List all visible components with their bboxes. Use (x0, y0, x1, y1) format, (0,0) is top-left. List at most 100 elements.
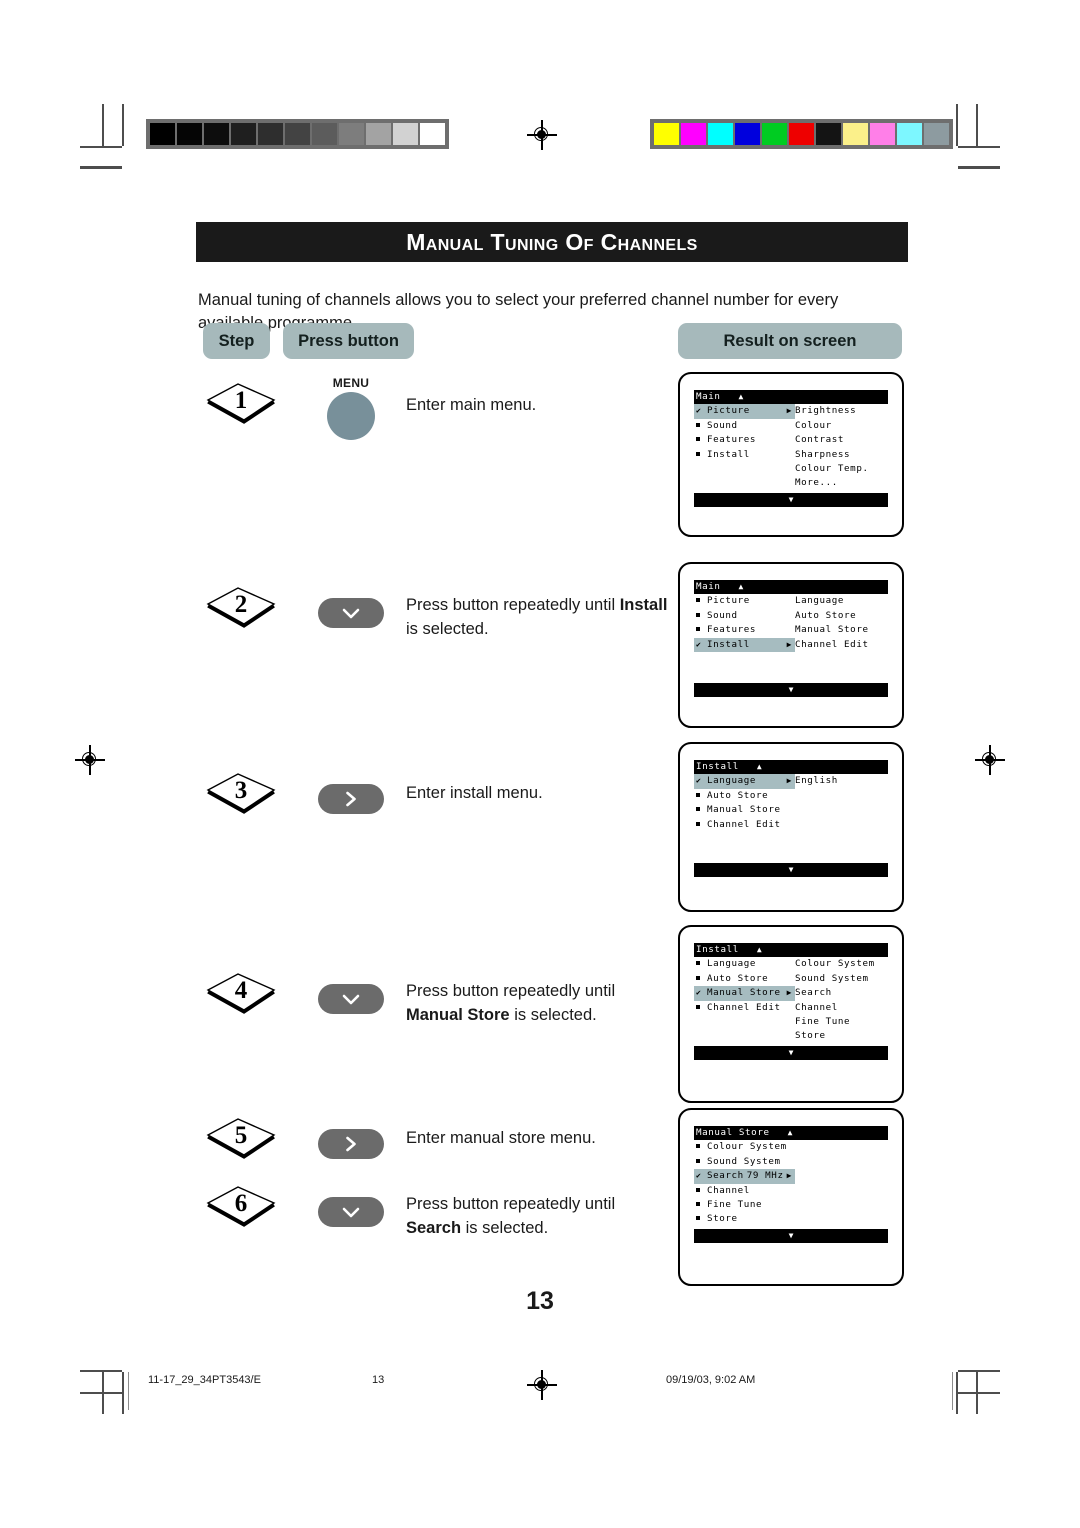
footer-page-number: 13 (372, 1374, 385, 1386)
osd-submenu-item[interactable]: Fine Tune (795, 1015, 888, 1029)
osd-menu-item[interactable]: Features (694, 623, 795, 637)
color-swatch (708, 123, 733, 145)
scroll-down-bar[interactable]: ▼ (694, 862, 888, 878)
osd-menu-item[interactable]: Sound System (694, 1155, 795, 1169)
crop-mark-top-left-v2 (122, 104, 124, 146)
osd-submenu-item[interactable]: Sound System (795, 972, 888, 986)
crop-mark-bottom-left-h2 (80, 1392, 122, 1394)
osd-menu-item[interactable]: Auto Store (694, 972, 795, 986)
osd-title-text: Install (696, 761, 739, 772)
osd-submenu-item[interactable]: Channel Edit (795, 638, 888, 652)
osd-menu-item[interactable]: Language (694, 957, 795, 971)
osd-menu-item[interactable]: Store (694, 1212, 795, 1226)
menu-button[interactable]: MENU (311, 376, 391, 440)
osd-right-column (795, 1140, 888, 1226)
footer-timestamp: 09/19/03, 9:02 AM (666, 1374, 756, 1386)
osd-submenu-item[interactable]: Contrast (795, 433, 888, 447)
step-number: 5 (234, 1122, 248, 1149)
color-swatch (762, 123, 787, 145)
cursor-right-button[interactable] (318, 784, 384, 814)
osd-menu-item[interactable]: Features (694, 433, 795, 447)
grayscale-swatch (231, 123, 256, 145)
scroll-down-icon[interactable]: ▼ (789, 1046, 794, 1060)
osd-menu-item[interactable]: Sound (694, 419, 795, 433)
tv-screen-bottom-area (680, 877, 902, 903)
scroll-down-bar[interactable]: ▼ (694, 492, 888, 508)
scroll-up-icon[interactable]: ▲ (788, 1126, 793, 1140)
osd-submenu-item[interactable]: Colour Temp. (795, 462, 888, 476)
column-header-result-on-screen: Result on screen (678, 323, 902, 359)
chevron-down-icon (342, 1207, 360, 1218)
osd-menu-item-label: Install (707, 448, 750, 460)
checkmark-icon: ✔ (696, 988, 702, 998)
menu-button-icon[interactable] (327, 392, 375, 440)
osd-left-column: ✔ Language ▶ Auto Store Manual Store Channel … (694, 774, 795, 832)
osd-menu-item-label: Picture (707, 595, 750, 607)
osd-submenu-item[interactable]: Colour System (795, 957, 888, 971)
scroll-up-icon[interactable]: ▲ (739, 390, 744, 404)
checkmark-icon: ✔ (696, 1171, 702, 1181)
osd-submenu-item[interactable]: English (795, 774, 888, 788)
osd-menu-item[interactable]: Auto Store (694, 789, 795, 803)
scroll-down-bar[interactable]: ▼ (694, 1045, 888, 1061)
grayscale-swatch (204, 123, 229, 145)
bullet-icon (696, 957, 707, 971)
bullet-icon (696, 1184, 707, 1198)
cursor-down-button[interactable] (318, 984, 384, 1014)
step-number-badge: 1 (205, 380, 277, 424)
scroll-up-icon[interactable]: ▲ (757, 760, 762, 774)
osd-menu-item[interactable]: Fine Tune (694, 1198, 795, 1212)
osd-submenu-item[interactable]: Language (795, 594, 888, 608)
grayscale-swatch (177, 123, 202, 145)
step-number: 6 (234, 1190, 248, 1217)
osd-menu-item[interactable]: Install (694, 448, 795, 462)
osd-menu-item[interactable]: ✔ Manual Store ▶ (694, 986, 795, 1001)
scroll-up-icon[interactable]: ▲ (739, 580, 744, 594)
step-number: 2 (234, 591, 248, 618)
crop-mark-bottom-left-v2 (122, 1372, 124, 1414)
osd-menu-item-label: Install (707, 638, 750, 650)
scroll-down-icon[interactable]: ▼ (789, 683, 794, 697)
osd-submenu-item[interactable]: More... (795, 476, 888, 490)
osd-submenu-item[interactable]: Auto Store (795, 609, 888, 623)
osd-menu-item[interactable]: Channel Edit (694, 818, 795, 832)
crop-mark-bottom-left-h (80, 1370, 122, 1372)
cursor-down-button[interactable] (318, 598, 384, 628)
osd-submenu-item[interactable]: Store (795, 1029, 888, 1043)
scroll-down-bar[interactable]: ▼ (694, 682, 888, 698)
cursor-right-button[interactable] (318, 1129, 384, 1159)
scroll-down-icon[interactable]: ▼ (789, 863, 794, 877)
bullet-icon (696, 818, 707, 832)
osd-menu-item[interactable]: Channel (694, 1184, 795, 1198)
osd-spacer (694, 832, 888, 846)
step-instruction-emphasis: Manual Store (406, 1005, 510, 1024)
checkmark-icon: ✔ (696, 776, 702, 786)
page-title: Manual Tuning of Channels (406, 228, 698, 255)
cursor-down-button[interactable] (318, 1197, 384, 1227)
osd-menu-item[interactable]: Colour System (694, 1140, 795, 1154)
tv-screen-bottom-area (680, 1243, 902, 1269)
osd-menu-item[interactable]: Channel Edit (694, 1001, 795, 1015)
osd-menu-item[interactable]: Picture (694, 594, 795, 608)
column-header-step: Step (203, 323, 270, 359)
osd-menu-item[interactable]: ✔ Search 79 MHz ▶ (694, 1169, 795, 1184)
osd-menu-item[interactable]: ✔ Install ▶ (694, 637, 795, 652)
submenu-arrow-icon: ▶ (786, 776, 792, 786)
osd-menu-item[interactable]: Manual Store (694, 803, 795, 817)
osd-submenu-item[interactable]: Channel (795, 1001, 888, 1015)
registration-target-bottom-center (527, 1370, 557, 1400)
osd-submenu-item[interactable]: Manual Store (795, 623, 888, 637)
scroll-down-bar[interactable]: ▼ (694, 1228, 888, 1244)
chevron-down-icon (342, 994, 360, 1005)
osd-submenu-item[interactable]: Colour (795, 419, 888, 433)
scroll-up-icon[interactable]: ▲ (757, 943, 762, 957)
osd-submenu-item[interactable]: Sharpness (795, 448, 888, 462)
osd-submenu-item[interactable]: Brightness (795, 404, 888, 418)
osd-menu-item-value: 79 MHz (746, 1170, 784, 1182)
scroll-down-icon[interactable]: ▼ (789, 1229, 794, 1243)
osd-submenu-item[interactable]: Search (795, 986, 888, 1000)
scroll-down-icon[interactable]: ▼ (789, 493, 794, 507)
osd-menu-item[interactable]: ✔ Language ▶ (694, 774, 795, 789)
osd-menu-item[interactable]: ✔ Picture ▶ (694, 404, 795, 419)
osd-menu-item[interactable]: Sound (694, 609, 795, 623)
